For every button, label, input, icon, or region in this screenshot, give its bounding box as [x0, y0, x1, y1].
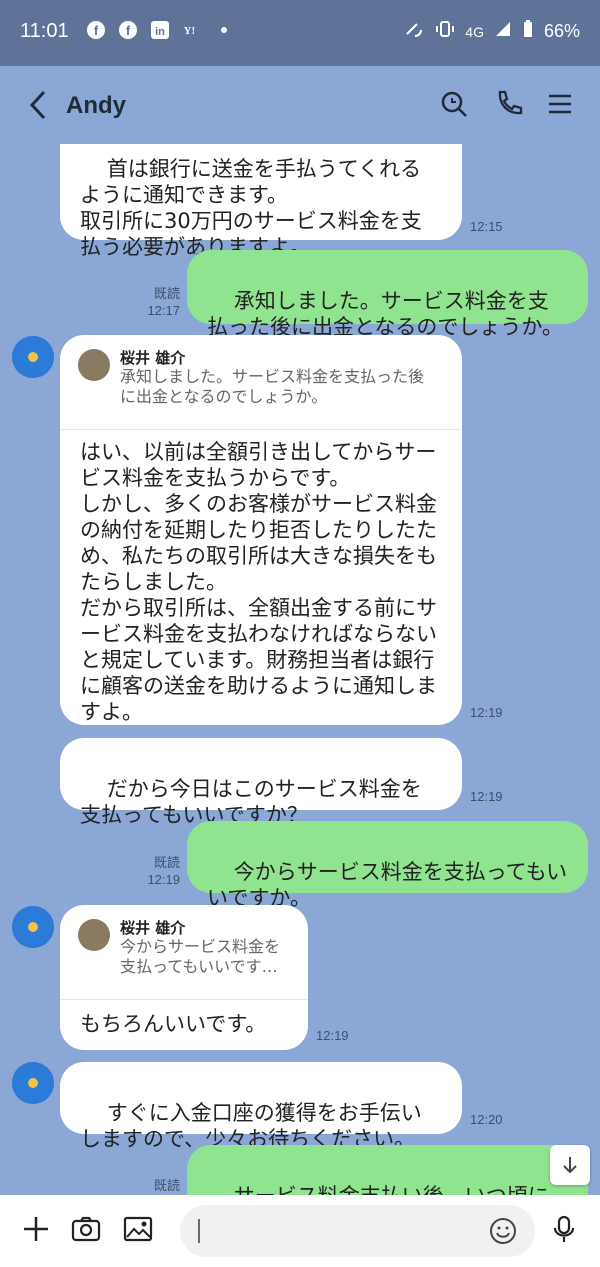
svg-text:f: f: [126, 23, 131, 38]
search-icon: [441, 91, 467, 117]
message-time: 12:15: [470, 219, 503, 234]
network-label: 4G: [465, 23, 484, 40]
add-button[interactable]: [20, 1213, 52, 1245]
phone-icon: [498, 90, 523, 115]
yahoo-icon: Y!: [182, 20, 202, 40]
vibrate-icon: [435, 19, 455, 44]
message-text: サービス料金支払い後、いつ頃に出金が完了しますか？: [207, 1184, 549, 1195]
call-button[interactable]: [492, 88, 524, 120]
message-text: すぐに入金口座の獲得をお手伝いしますので、少々お待ちください。: [80, 1101, 422, 1151]
message-read-status: 既読 12:17: [147, 286, 180, 318]
avatar[interactable]: [12, 906, 54, 948]
message-time: 12:19: [316, 1028, 349, 1043]
emoji-button[interactable]: [489, 1217, 517, 1245]
message-text: だから今日はこのサービス料金を支払ってもいいですか？: [80, 777, 422, 827]
facebook-icon: f: [118, 20, 138, 40]
message-bubble[interactable]: だから今日はこのサービス料金を支払ってもいいですか？: [60, 738, 462, 827]
quote-text: 今からサービス料金を 支払ってもいいです…: [120, 937, 281, 976]
message-bubble-sent[interactable]: 今からサービス料金を支払ってもいいですか。: [187, 821, 588, 910]
svg-text:Y!: Y!: [184, 25, 195, 37]
message-text: 今からサービス料金を支払ってもいいですか。: [207, 860, 568, 910]
camera-button[interactable]: [70, 1213, 102, 1245]
image-button[interactable]: [122, 1213, 154, 1245]
message-time: 12:19: [470, 705, 503, 720]
message-bubble[interactable]: 桜井 雄介 承知しました。サービス料金を支払った後 に出金となるのでしょうか。 …: [60, 335, 462, 725]
message-input[interactable]: [180, 1205, 535, 1257]
message-bubble[interactable]: 桜井 雄介 今からサービス料金を 支払ってもいいです… もちろんいいです。: [60, 905, 308, 1050]
status-bar: 11:01 f f in Y! 4G 66%: [0, 0, 600, 66]
text-caret: [198, 1219, 200, 1243]
dot-icon: [214, 20, 234, 40]
menu-icon: [549, 94, 571, 114]
menu-button[interactable]: [544, 88, 576, 120]
search-button[interactable]: [438, 88, 470, 120]
message-bubble-sent[interactable]: 承知しました。サービス料金を支払った後に出金となるのでしょうか。: [187, 250, 588, 339]
scroll-to-bottom-button[interactable]: [550, 1145, 590, 1185]
message-bubble[interactable]: すぐに入金口座の獲得をお手伝いしますので、少々お待ちください。: [60, 1062, 462, 1151]
svg-text:f: f: [94, 23, 99, 38]
message-text: もちろんいいです。: [80, 1012, 267, 1036]
back-button[interactable]: [24, 88, 54, 122]
linkedin-icon: in: [150, 20, 170, 40]
message-bubble[interactable]: 首は銀行に送金を手払うてくれるように通知できます。 取引所に30万円のサービス料…: [60, 144, 462, 259]
divider: [60, 999, 308, 1000]
message-text: 首は銀行に送金を手払うてくれるように通知できます。 取引所に30万円のサービス料…: [80, 157, 422, 259]
message-text: 承知しました。サービス料金を支払った後に出金となるのでしょうか。: [207, 289, 563, 339]
signal-icon: [494, 20, 512, 43]
facebook-icon: f: [86, 20, 106, 40]
mic-button[interactable]: [548, 1213, 580, 1245]
camera-icon: [71, 1216, 101, 1242]
image-icon: [123, 1216, 153, 1242]
quote-text: 承知しました。サービス料金を支払った後 に出金となるのでしょうか。: [120, 367, 425, 406]
message-read-status: 既読: [153, 1178, 180, 1193]
divider: [60, 429, 462, 430]
message-time: 12:20: [470, 1112, 503, 1127]
message-bubble-sent[interactable]: サービス料金支払い後、いつ頃に出金が完了しますか？: [187, 1145, 588, 1195]
battery-icon: [522, 19, 534, 44]
nfc-icon: [403, 18, 425, 45]
plus-icon: [24, 1217, 48, 1241]
chat-header: Andy: [0, 66, 600, 144]
microphone-icon: [553, 1215, 575, 1242]
avatar[interactable]: [12, 1062, 54, 1104]
message-read-status: 既読 12:19: [147, 855, 180, 887]
emoji-icon: [490, 1218, 516, 1244]
status-notifications: f f in Y!: [86, 20, 234, 40]
arrow-down-icon: [563, 1157, 577, 1174]
chat-title: Andy: [66, 92, 126, 119]
message-time: 12:19: [470, 789, 503, 804]
status-time: 11:01: [20, 20, 69, 42]
message-text: はい、以前は全額引き出してからサービス料金を支払うからです。 しかし、多くのお客…: [80, 440, 437, 724]
status-right: 4G 66%: [403, 18, 580, 45]
chat-area[interactable]: 首は銀行に送金を手払うてくれるように通知できます。 取引所に30万円のサービス料…: [0, 144, 600, 1195]
input-bar: [0, 1195, 600, 1267]
svg-text:in: in: [155, 26, 165, 38]
battery-level: 66%: [543, 21, 580, 41]
quote-avatar: [78, 919, 110, 951]
quote-avatar: [78, 349, 110, 381]
avatar[interactable]: [12, 336, 54, 378]
